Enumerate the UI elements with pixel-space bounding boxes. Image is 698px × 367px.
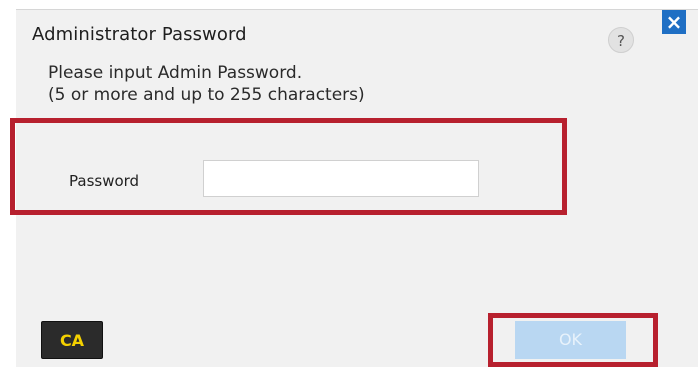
close-icon[interactable]: × [662,10,686,34]
instruction-line-1: Please input Admin Password. [48,63,303,83]
help-icon[interactable]: ? [608,27,634,53]
dialog-title: Administrator Password [32,24,247,45]
screen: Administrator Password ? Please input Ad… [0,0,698,367]
ok-button[interactable]: OK [515,321,626,359]
clear-all-button[interactable]: CA [41,321,103,359]
password-label: Password [69,172,140,190]
password-field[interactable] [203,160,479,197]
instructions: Please input Admin Password. (5 or more … [48,62,365,106]
instruction-line-2: (5 or more and up to 255 characters) [48,85,365,105]
